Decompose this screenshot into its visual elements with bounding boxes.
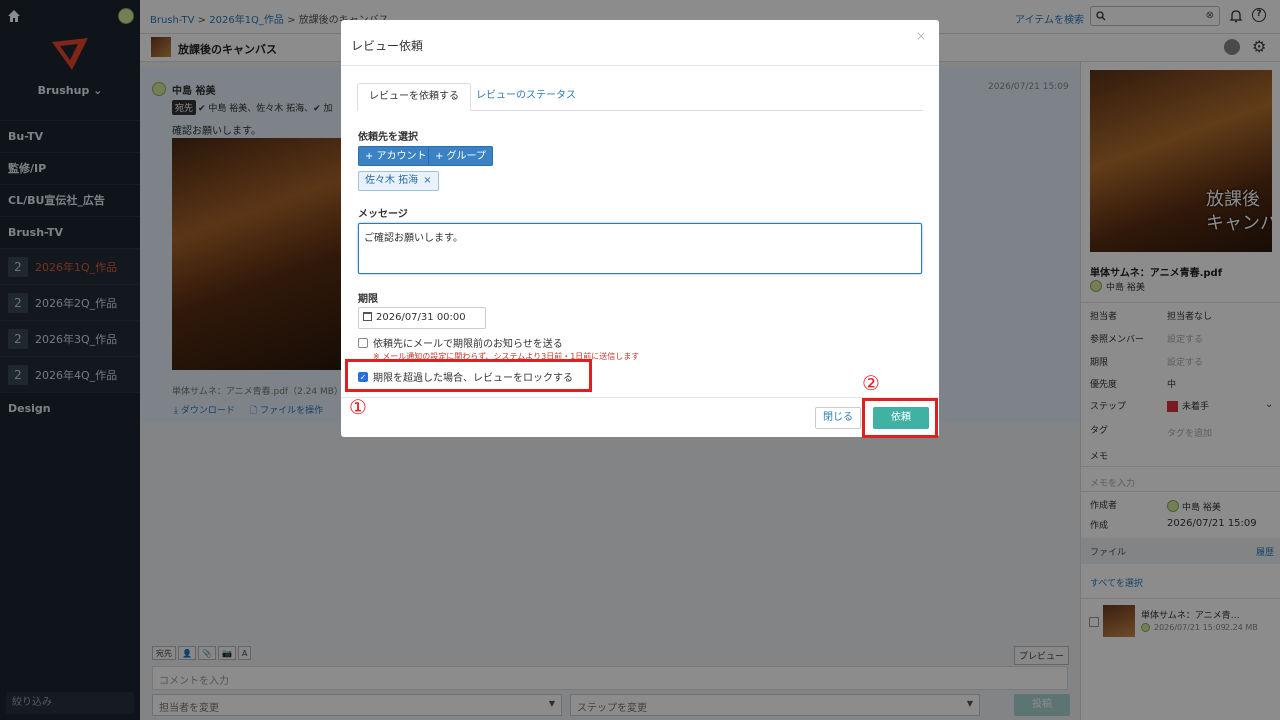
recipient-chip: 佐々木 拓海 × — [358, 171, 439, 191]
email-reminder-option[interactable]: 依頼先にメールで期限前のお知らせを送る — [358, 335, 563, 350]
tab-request-review[interactable]: レビューを依頼する — [357, 83, 471, 111]
add-group-button[interactable]: + グループ — [428, 146, 493, 166]
divider — [341, 397, 939, 398]
email-reminder-label: 依頼先にメールで期限前のお知らせを送る — [373, 339, 563, 350]
divider — [341, 65, 939, 66]
email-reminder-checkbox[interactable] — [358, 337, 368, 348]
calendar-icon — [363, 312, 372, 321]
close-button[interactable]: 閉じる — [815, 407, 861, 429]
recipient-label: 依頼先を選択 — [358, 132, 418, 143]
remove-recipient-icon[interactable]: × — [423, 175, 431, 186]
recipient-chip-label: 佐々木 拓海 — [365, 175, 419, 186]
message-textarea[interactable]: ご確認お願いします。 — [358, 223, 922, 274]
deadline-date-input[interactable]: 2026/07/31 00:00 — [358, 307, 486, 329]
deadline-date-value: 2026/07/31 00:00 — [376, 312, 466, 323]
highlight-box-step2 — [862, 398, 938, 438]
close-icon[interactable]: × — [916, 29, 926, 43]
highlight-box-step1 — [345, 359, 592, 392]
tab-review-status[interactable]: レビューのステータス — [465, 83, 587, 111]
message-label: メッセージ — [358, 209, 408, 220]
step-number-1: ① — [349, 395, 367, 419]
add-account-button[interactable]: + アカウント — [358, 146, 434, 166]
dialog-tabs: レビューを依頼する レビューのステータス — [357, 83, 923, 111]
deadline-label: 期限 — [358, 294, 378, 305]
dialog-title: レビュー依頼 — [351, 39, 424, 53]
step-number-2: ② — [862, 371, 880, 395]
